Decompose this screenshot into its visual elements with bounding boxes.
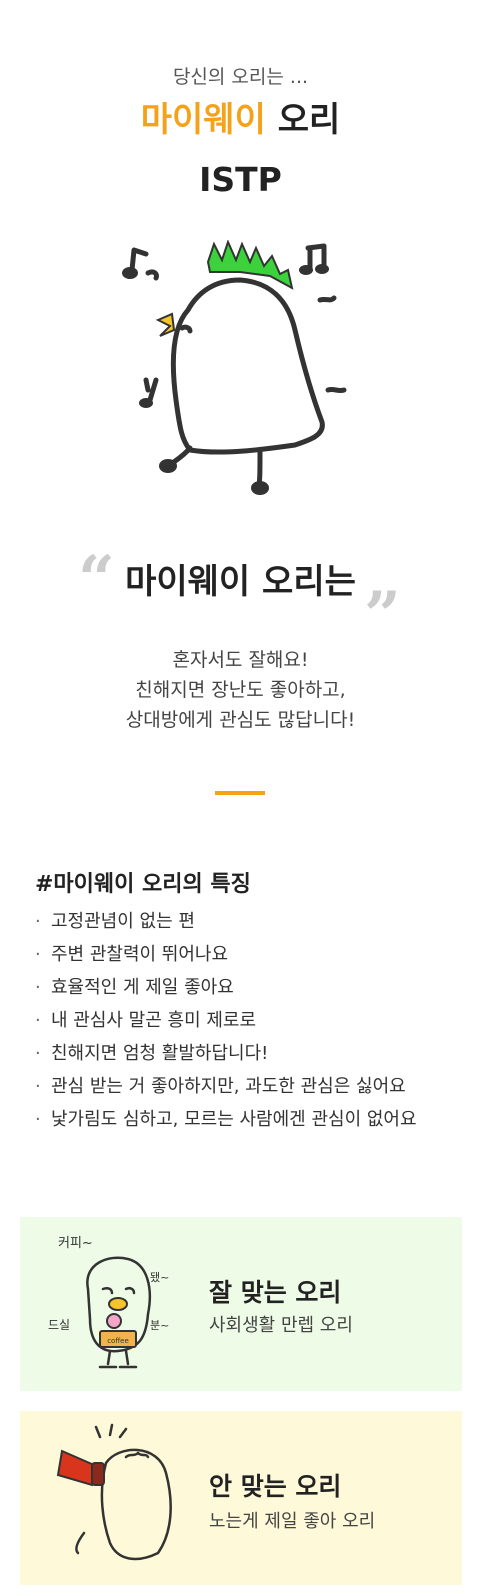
trait-text: 고정관념이 없는 편 (51, 911, 195, 932)
title-rest: 오리 (265, 100, 341, 140)
trait-item: · 효율적인 게 제일 좋아요 (35, 971, 417, 1004)
trait-text: 친해지면 엄청 활발하답니다! (51, 1043, 269, 1064)
traits-title: #마이웨이 오리의 특징 (35, 872, 251, 897)
trait-text: 주변 관찰력이 뛰어나요 (51, 944, 229, 965)
bullet-icon: · (35, 1043, 41, 1064)
bullet-icon: · (35, 1109, 41, 1130)
coffee-box-label: coffee (107, 1337, 129, 1345)
doodle-coffee: 커피~ (58, 1236, 93, 1251)
good-match-title: 잘 맞는 오리 (209, 1278, 342, 1307)
quote-title: 마이웨이 오리는 (125, 562, 356, 602)
bullet-icon: · (35, 1076, 41, 1097)
trait-item: · 고정관념이 없는 편 (35, 905, 417, 938)
trait-text: 효율적인 게 제일 좋아요 (51, 977, 234, 998)
trait-text: 낯가림도 심하고, 모르는 사람에겐 관심이 없어요 (51, 1109, 417, 1130)
doodle-text: 드실 (48, 1318, 70, 1332)
doodle-text: 됐~ (150, 1271, 169, 1284)
bad-match-subtitle: 노는게 제일 좋아 오리 (209, 1511, 376, 1532)
bullet-icon: · (35, 944, 41, 965)
result-title: 마이웨이 오리 (0, 92, 481, 141)
result-subtitle: 당신의 오리는 ... (172, 66, 309, 88)
traits-list: · 고정관념이 없는 편 · 주변 관찰력이 뛰어나요 · 효율적인 게 제일 좋아요… (35, 905, 417, 1136)
bullet-icon: · (35, 1010, 41, 1031)
trait-text: 관심 받는 거 좋아하지만, 과도한 관심은 싫어요 (51, 1076, 406, 1097)
trait-text: 내 관심사 말곤 흥미 제로로 (51, 1010, 257, 1031)
description-line: 혼자서도 잘해요! (172, 649, 309, 671)
megaphone-duck-illustration (56, 1423, 172, 1561)
trait-item: · 낯가림도 심하고, 모르는 사람에겐 관심이 없어요 (35, 1103, 417, 1136)
good-match-subtitle: 사회생활 만렙 오리 (209, 1315, 353, 1336)
coffee-duck-illustration: coffee 커피~ 됐~ 드실 분~ (48, 1236, 169, 1369)
bullet-icon: · (35, 977, 41, 998)
bad-match-card[interactable]: 안 맞는 오리 노는게 제일 좋아 오리 (20, 1411, 462, 1585)
trait-item: · 친해지면 엄청 활발하답니다! (35, 1037, 417, 1070)
trait-item: · 관심 받는 거 좋아하지만, 과도한 관심은 싫어요 (35, 1070, 417, 1103)
good-match-card[interactable]: coffee 커피~ 됐~ 드실 분~ 잘 맞는 오리 사회생활 만렙 오리 (20, 1217, 462, 1391)
description-line: 친해지면 장난도 좋아하고, (135, 679, 346, 701)
trait-item: · 주변 관찰력이 뛰어나요 (35, 938, 417, 971)
doodle-text: 분~ (150, 1319, 169, 1332)
quote-block: “ 마이웨이 오리는 ” (0, 542, 481, 653)
title-accent: 마이웨이 (140, 100, 266, 140)
section-divider (215, 791, 265, 795)
result-description: 혼자서도 잘해요! 친해지면 장난도 좋아하고, 상대방에게 관심도 많답니다! (0, 645, 481, 735)
bad-match-title: 안 맞는 오리 (209, 1472, 342, 1501)
mbti-type: ISTP (199, 160, 282, 199)
close-quote-mark: ” (364, 578, 401, 653)
bullet-icon: · (35, 911, 41, 932)
dancing-duck-illustration (122, 240, 347, 495)
description-line: 상대방에게 관심도 많답니다! (125, 709, 356, 731)
trait-item: · 내 관심사 말곤 흥미 제로로 (35, 1004, 417, 1037)
result-page: 당신의 오리는 ... 마이웨이 오리 ISTP “ 마이웨이 오리는 ” 혼자… (0, 0, 481, 1596)
